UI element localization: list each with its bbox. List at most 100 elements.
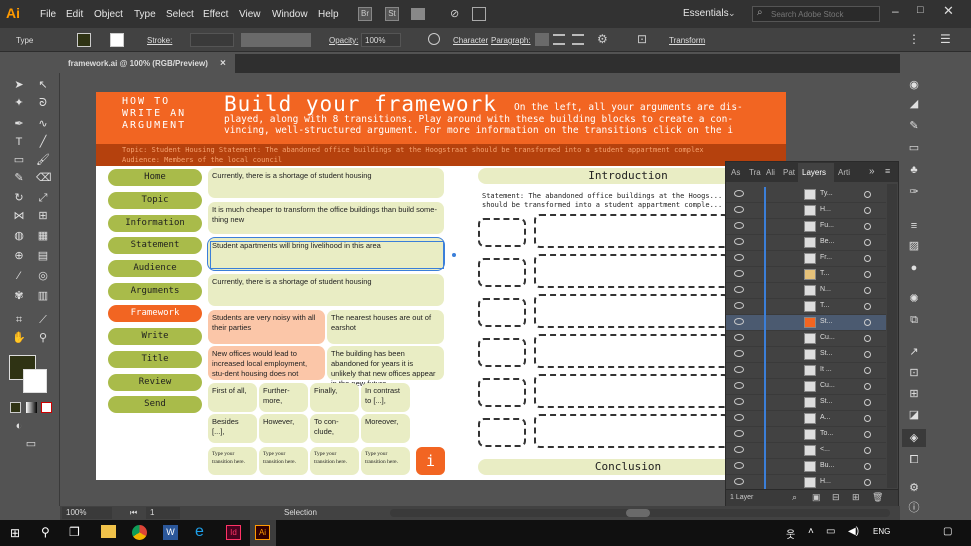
direct-selection-tool-icon[interactable]: ↖ [36, 78, 50, 92]
first-artboard-icon[interactable]: ⏮ [130, 508, 137, 518]
custom-transition-1[interactable]: Type your transition here. [208, 447, 257, 475]
volume-icon[interactable]: ◀) [848, 526, 859, 537]
target-icon[interactable] [864, 351, 871, 358]
target-icon[interactable] [864, 447, 871, 454]
transform-panel-icon[interactable]: ⊡ [907, 366, 921, 380]
target-icon[interactable] [864, 191, 871, 198]
target-icon[interactable] [864, 367, 871, 374]
visibility-eye-icon[interactable] [734, 414, 744, 421]
argument-card-4[interactable]: Currently, there is a shortage of studen… [208, 274, 444, 306]
fill-swatch[interactable] [77, 33, 91, 47]
eyedropper-icon[interactable]: ⁄ [12, 269, 26, 283]
layer-row[interactable]: To... [726, 427, 886, 443]
tab-pathfinder[interactable]: Pat [783, 168, 795, 177]
menu-view[interactable]: View [239, 9, 261, 20]
settings-icon[interactable]: ⚙ [907, 481, 921, 495]
nav-statement[interactable]: Statement [108, 237, 202, 254]
properties-icon[interactable]: ◉ [907, 78, 921, 92]
visibility-eye-icon[interactable] [734, 382, 744, 389]
visibility-eye-icon[interactable] [734, 222, 744, 229]
chrome-icon[interactable] [132, 525, 147, 540]
brushes-icon[interactable]: ✎ [907, 119, 921, 133]
stroke-label[interactable]: Stroke: [147, 36, 172, 45]
menu-effect[interactable]: Effect [203, 9, 228, 20]
layer-row[interactable]: Cu... [726, 331, 886, 347]
nav-send[interactable]: Send [108, 396, 202, 413]
visibility-eye-icon[interactable] [734, 238, 744, 245]
stroke-color-box[interactable] [23, 369, 47, 393]
menu-select[interactable]: Select [166, 9, 194, 20]
color-guide-icon[interactable]: ◢ [907, 97, 921, 111]
framework-slot-transition[interactable] [478, 258, 526, 287]
info-icon[interactable]: ⓘ [907, 501, 921, 515]
paintbrush-icon[interactable]: 🖌 [36, 153, 50, 167]
transition-furthermore[interactable]: Further-more, [259, 383, 308, 412]
visibility-eye-icon[interactable] [734, 446, 744, 453]
symbol-sprayer-icon[interactable]: ✾ [12, 289, 26, 303]
recolor-icon[interactable] [428, 33, 440, 45]
indesign-icon[interactable]: Id [226, 525, 241, 540]
make-clipping-mask-icon[interactable]: ▣ [812, 492, 821, 503]
target-icon[interactable] [864, 303, 871, 310]
layer-row[interactable]: Ty... [726, 187, 886, 203]
transition-however[interactable]: However, [259, 414, 308, 443]
layer-row[interactable]: Bu... [726, 459, 886, 475]
file-explorer-icon[interactable] [101, 525, 116, 538]
close-tab-icon[interactable]: × [220, 58, 226, 69]
artboards-icon[interactable]: ⧠ [907, 453, 921, 467]
width-tool-icon[interactable]: ⋈ [12, 209, 26, 223]
visibility-eye-icon[interactable] [734, 478, 744, 485]
counter-argument-card-1[interactable]: Students are very noisy with all their p… [208, 310, 325, 344]
menu-object[interactable]: Object [94, 9, 123, 20]
slice-tool-icon[interactable]: ⟋ [36, 313, 50, 327]
magic-wand-icon[interactable]: ✦ [12, 96, 26, 110]
hand-tool-icon[interactable]: ✋ [12, 331, 26, 345]
mesh-tool-icon[interactable]: ⊕ [12, 249, 26, 263]
stock-icon[interactable]: St [385, 7, 399, 21]
nav-title[interactable]: Title [108, 351, 202, 368]
export-icon[interactable]: ↗ [907, 345, 921, 359]
isolate-group-icon[interactable]: ⊡ [637, 32, 647, 46]
transition-finally[interactable]: Finally, [310, 383, 359, 412]
new-layer-icon[interactable]: ⊞ [852, 492, 860, 503]
scrollbar-thumb[interactable] [626, 509, 650, 517]
stroke-weight-field[interactable] [190, 33, 234, 47]
pathfinder-icon[interactable]: ◪ [907, 408, 921, 422]
transform-link[interactable]: Transform [669, 36, 705, 45]
tab-assets[interactable]: As [731, 168, 740, 177]
eraser-icon[interactable]: ⌫ [36, 171, 52, 185]
rectangle-tool-icon[interactable]: ▭ [12, 153, 26, 167]
nav-information[interactable]: Information [108, 215, 202, 232]
nav-write[interactable]: Write [108, 328, 202, 345]
nav-topic[interactable]: Topic [108, 192, 202, 209]
draw-mode-icon[interactable]: ◐ [12, 419, 26, 433]
word-icon[interactable]: W [163, 525, 178, 540]
zoom-field[interactable]: 100% [62, 507, 112, 519]
task-view-icon[interactable]: ❐ [69, 525, 80, 539]
framework-slot-transition[interactable] [478, 338, 526, 367]
tab-layers[interactable]: Layers [802, 168, 826, 177]
visibility-eye-icon[interactable] [734, 190, 744, 197]
layer-row[interactable]: Be... [726, 235, 886, 251]
selection-tool-icon[interactable]: ➤ [12, 78, 26, 92]
illustrator-taskbar-icon[interactable]: Ai [255, 525, 270, 540]
delete-layer-icon[interactable]: 🗑 [872, 492, 883, 503]
menu-icon[interactable]: ☰ [940, 32, 951, 46]
target-icon[interactable] [864, 399, 871, 406]
transition-to-conclude[interactable]: To con-clude, [310, 414, 359, 443]
blend-tool-icon[interactable]: ◎ [36, 269, 50, 283]
layer-row[interactable]: Fr... [726, 251, 886, 267]
argument-card-1[interactable]: Currently, there is a shortage of studen… [208, 168, 444, 198]
puppet-warp-icon[interactable]: ⚙ [597, 32, 608, 46]
tab-align[interactable]: Ali [766, 168, 775, 177]
transition-moreover[interactable]: Moreover, [361, 414, 410, 443]
custom-transition-2[interactable]: Type your transition here. [259, 447, 308, 475]
layer-row[interactable]: T... [726, 267, 886, 283]
input-language[interactable]: ENG [873, 527, 890, 536]
visibility-eye-icon[interactable] [734, 430, 744, 437]
sync-icon[interactable] [472, 7, 486, 21]
target-icon[interactable] [864, 319, 871, 326]
layer-row[interactable]: St... [726, 347, 886, 363]
gradient-icon[interactable]: ▨ [907, 239, 921, 253]
none-mode-icon[interactable] [41, 402, 52, 413]
